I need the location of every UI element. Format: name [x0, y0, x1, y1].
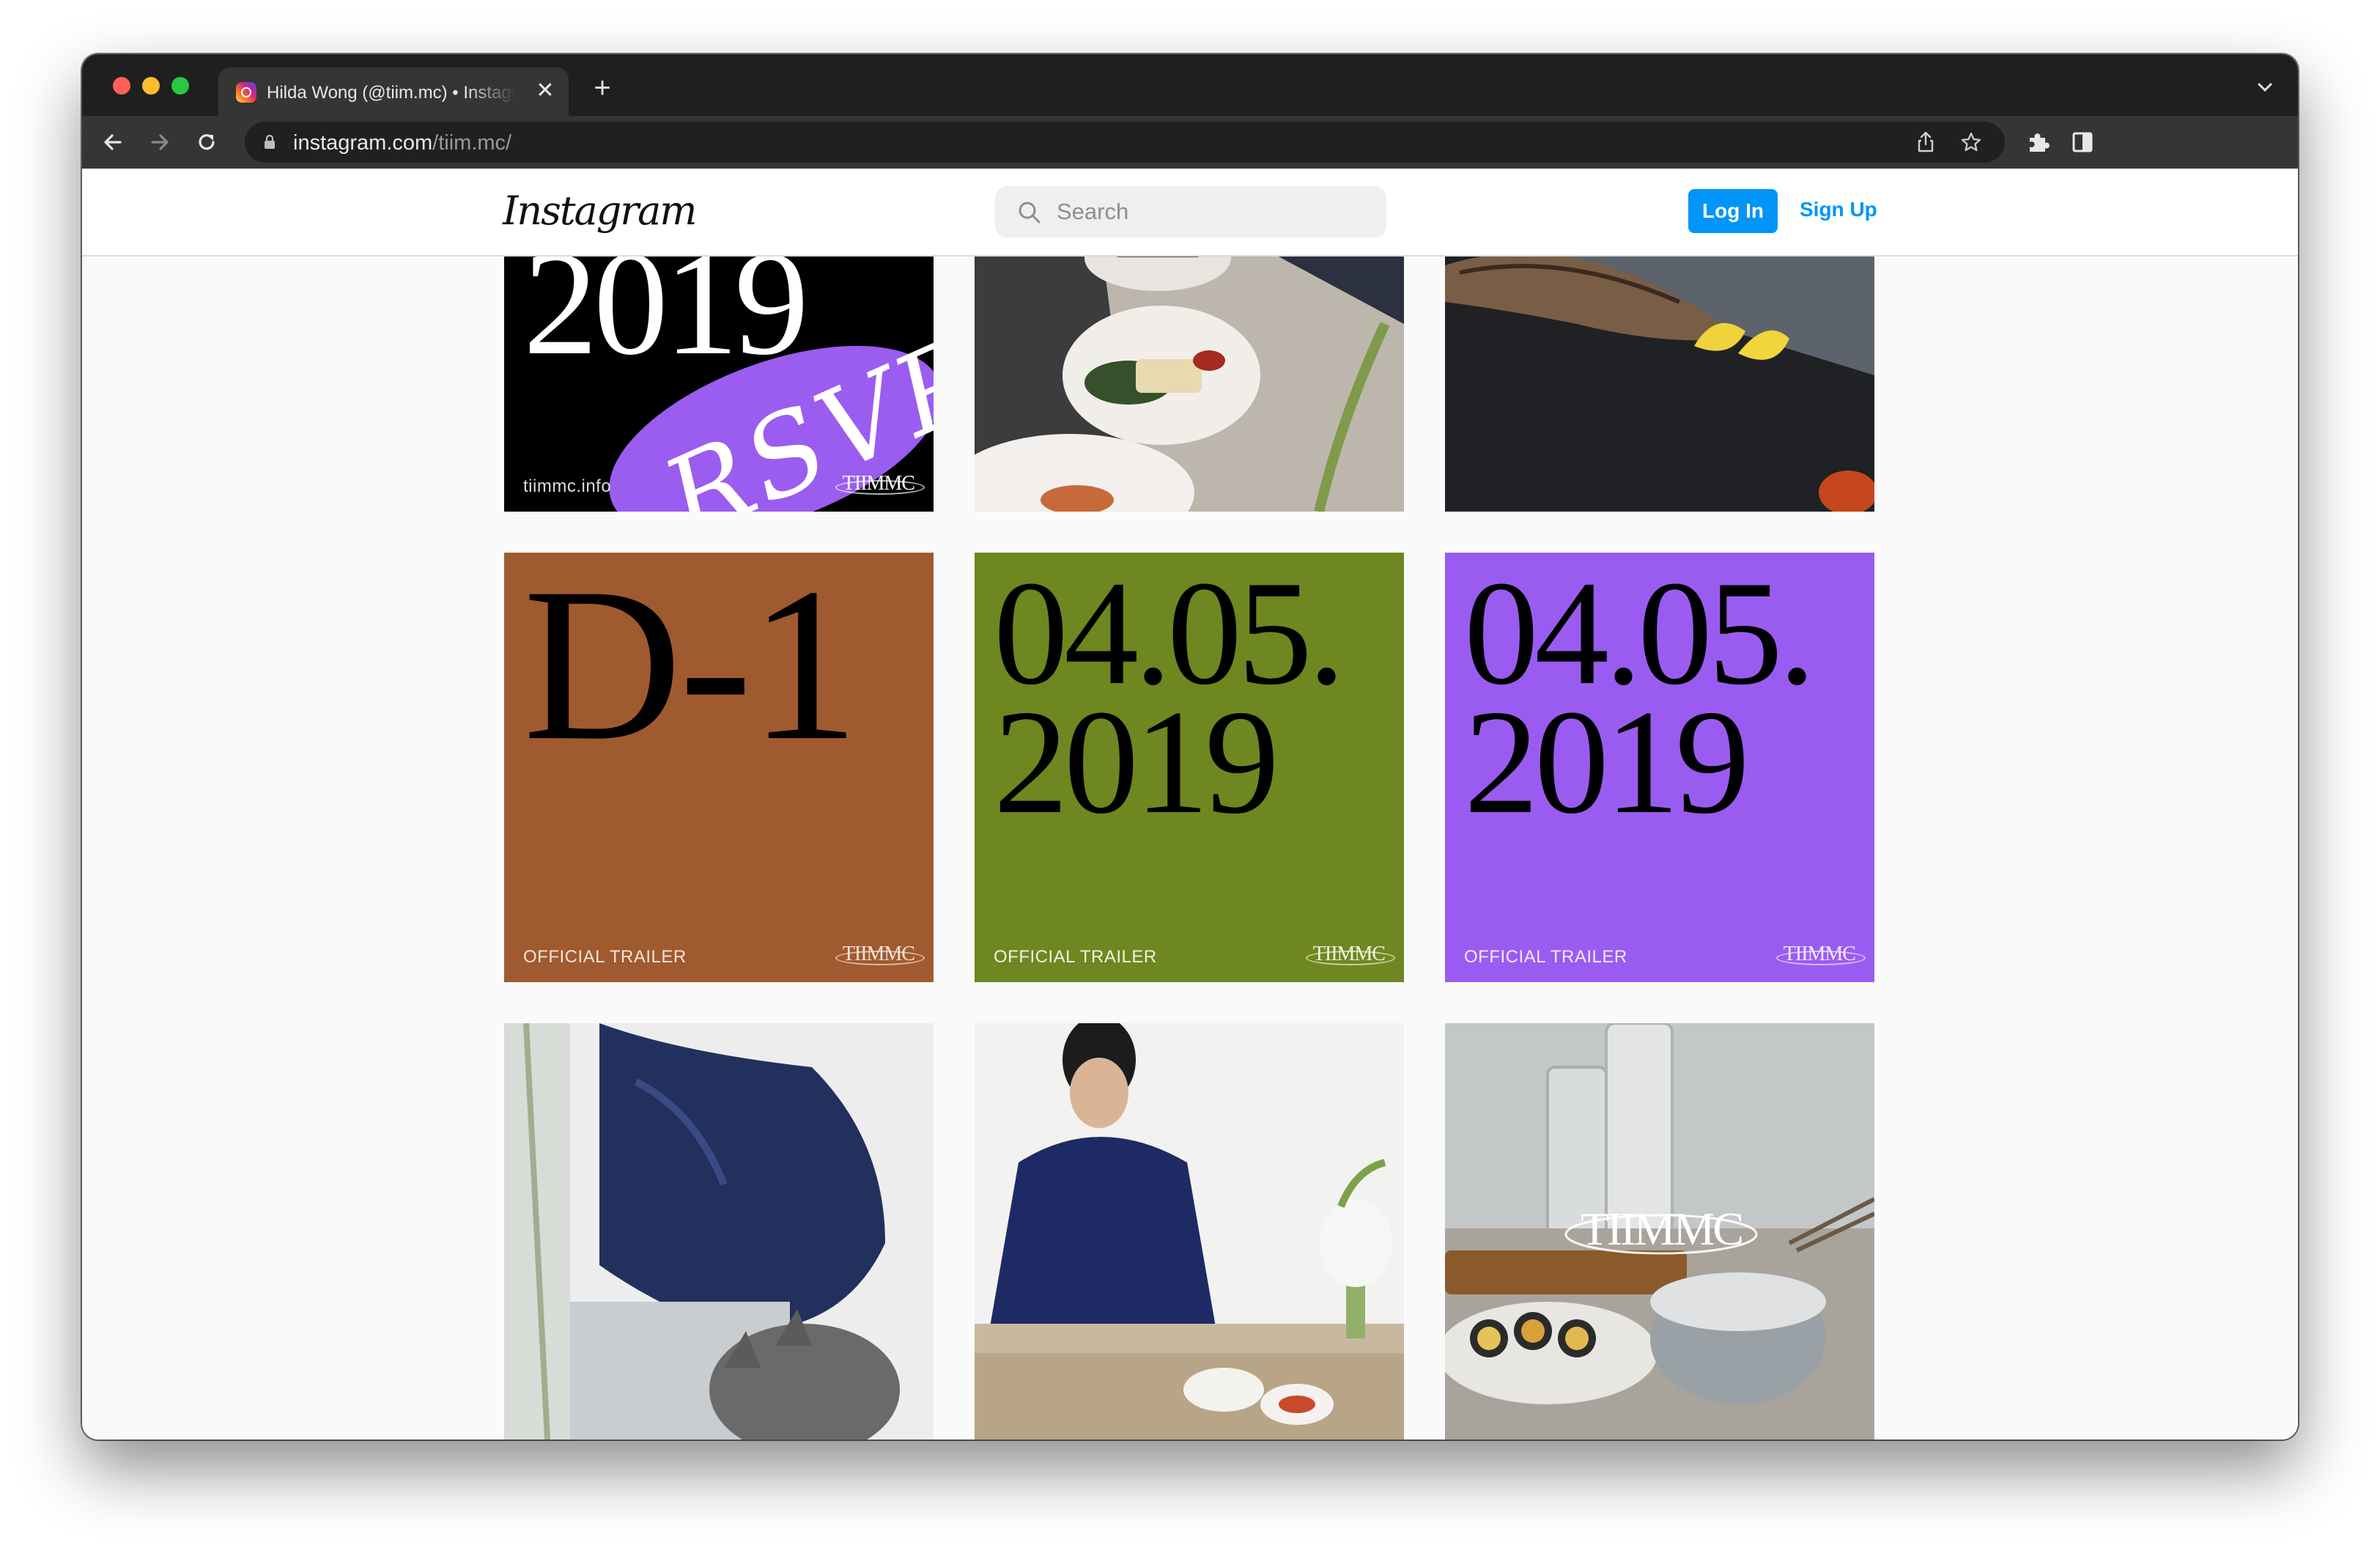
maximize-window-button[interactable] — [171, 77, 189, 95]
post-date-text: 04.05. 2019 — [1464, 553, 1816, 845]
new-tab-button[interactable]: + — [588, 73, 617, 104]
extensions-puzzle-icon[interactable] — [2024, 128, 2053, 157]
tiimmc-overlay-logo: TIIMMC — [1581, 1203, 1742, 1255]
post-caption: OFFICIAL TRAILER — [1464, 947, 1627, 967]
search-icon — [1019, 202, 1041, 224]
url-text[interactable]: instagram.com/tiim.mc/ — [293, 131, 511, 155]
post-date-graphic-green[interactable]: 04.05. 2019 OFFICIAL TRAILER TIIMMC — [975, 553, 1404, 982]
reload-icon[interactable] — [192, 128, 221, 157]
post-photo-woman-seated[interactable] — [975, 1023, 1404, 1440]
instagram-header: Instagram Log In Sign Up — [82, 169, 2298, 257]
post-photo-suit-cat[interactable] — [504, 1023, 934, 1440]
url-host: instagram.com — [293, 131, 433, 155]
tiimmc-logo: TIIMMC — [1775, 943, 1866, 965]
browser-toolbar: instagram.com/tiim.mc/ — [82, 116, 2298, 169]
suit-and-cat-photo — [504, 1023, 934, 1440]
back-arrow-icon[interactable] — [98, 128, 128, 157]
tab-strip: Hilda Wong (@tiim.mc) • Instagram photos… — [82, 54, 2298, 116]
address-bar[interactable]: instagram.com/tiim.mc/ — [245, 122, 2005, 163]
log-in-button[interactable]: Log In — [1688, 189, 1778, 233]
tab-search-chevron-icon[interactable] — [2252, 75, 2277, 100]
tab-close-icon[interactable]: ✕ — [532, 78, 558, 104]
post-caption: tiimmc.info — [523, 476, 612, 496]
tiimmc-logo: TIIMMC — [835, 943, 925, 965]
post-photo-kimbap-bowl[interactable]: TIIMMC — [1445, 1023, 1874, 1440]
url-path: /tiim.mc/ — [432, 131, 512, 155]
lock-icon[interactable] — [264, 135, 276, 150]
bookmark-star-icon[interactable] — [1959, 130, 1983, 154]
instagram-page: Instagram Log In Sign Up 04.10. 2019 RSV… — [82, 169, 2298, 1440]
search-input[interactable] — [1057, 195, 1364, 229]
post-d-minus-1-graphic[interactable]: D-1 OFFICIAL TRAILER TIIMMC — [504, 553, 934, 982]
browser-tab-active[interactable]: Hilda Wong (@tiim.mc) • Instagram photos… — [218, 67, 569, 116]
post-caption: OFFICIAL TRAILER — [523, 947, 687, 967]
side-panel-icon[interactable] — [2068, 128, 2097, 157]
sign-up-link[interactable]: Sign Up — [1800, 198, 1877, 221]
share-icon[interactable] — [1914, 130, 1937, 154]
woman-seated-photo — [975, 1023, 1404, 1440]
tiimmc-logo: TIIMMC — [835, 472, 925, 495]
post-date-text: 04.05. 2019 — [994, 553, 1345, 845]
browser-window: Hilda Wong (@tiim.mc) • Instagram photos… — [82, 54, 2298, 1440]
kimbap-bowl-photo: TIIMMC — [1445, 1023, 1874, 1440]
close-window-button[interactable] — [113, 77, 130, 95]
post-caption: OFFICIAL TRAILER — [994, 947, 1157, 967]
tiimmc-logo: TIIMMC — [1305, 943, 1396, 965]
post-date-graphic-purple[interactable]: 04.05. 2019 OFFICIAL TRAILER TIIMMC — [1445, 553, 1874, 982]
instagram-logo[interactable]: Instagram — [503, 188, 697, 234]
minimize-window-button[interactable] — [142, 77, 160, 95]
forward-arrow-icon[interactable] — [145, 128, 174, 157]
search-box[interactable] — [995, 186, 1386, 237]
post-date-text: D-1 — [523, 553, 860, 786]
instagram-favicon-icon — [236, 82, 256, 103]
tab-title: Hilda Wong (@tiim.mc) • Instagram photos… — [267, 83, 516, 103]
